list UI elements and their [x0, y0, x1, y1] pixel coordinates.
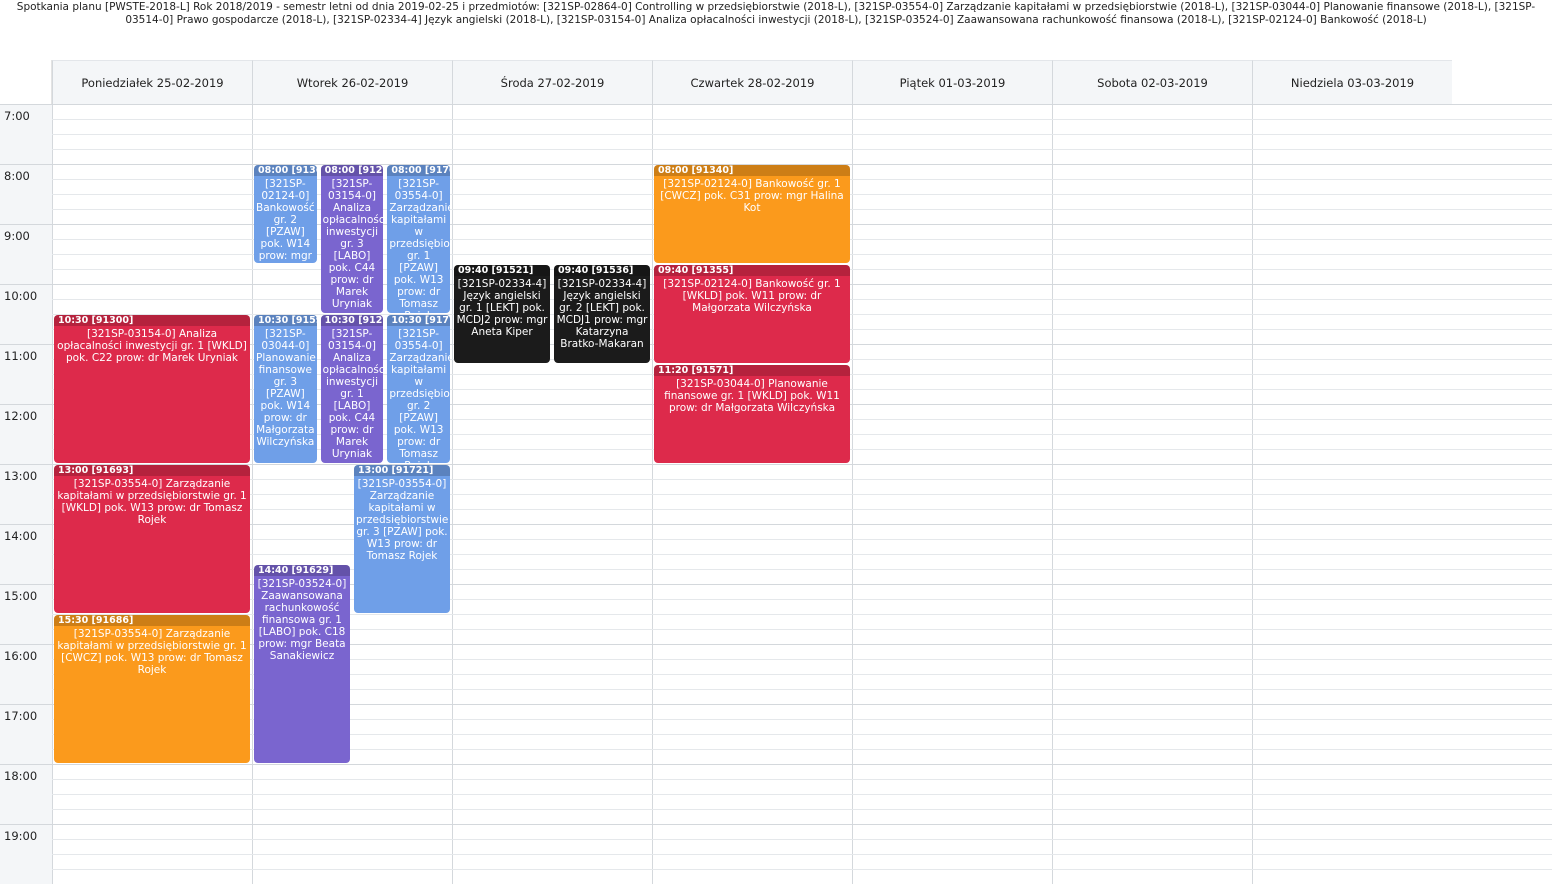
event-block[interactable]: 08:00 [91369] [321SP-02124-0] Bankowość g…	[254, 165, 317, 263]
hour-label: 10:00	[0, 284, 52, 344]
week-calendar: Poniedziałek 25-02-2019 Wtorek 26-02-2019…	[0, 60, 1552, 884]
grid-line	[52, 809, 1552, 810]
hour-label: 12:00	[0, 404, 52, 464]
day-header[interactable]: Czwartek 28-02-2019	[652, 60, 852, 104]
event-description: [321SP-03154-0] Analiza opłacalności inw…	[57, 328, 247, 364]
day-header[interactable]: Piątek 01-03-2019	[852, 60, 1052, 104]
day-header[interactable]: Poniedziałek 25-02-2019	[52, 60, 252, 104]
day-header[interactable]: Środa 27-02-2019	[452, 60, 652, 104]
hour-label: 8:00	[0, 164, 52, 224]
grid-line	[52, 554, 1552, 555]
day-header[interactable]: Sobota 02-03-2019	[1052, 60, 1252, 104]
event-time-id: 09:40 [91536]	[554, 265, 650, 276]
event-description: [321SP-02124-0] Bankowość gr. 1 [WKLD] p…	[663, 278, 841, 314]
event-block[interactable]: 10:30 [91250] [321SP-03154-0] Analiza opł…	[320, 315, 384, 463]
event-time-id: 08:00 [91340]	[654, 165, 850, 176]
event-time-id: 08:00 [91293]	[320, 165, 384, 176]
event-description: [321SP-03554-0] Zarządzanie kapitałami w…	[57, 628, 247, 676]
event-block[interactable]: 08:00 [91293] [321SP-03154-0] Analiza opł…	[320, 165, 384, 313]
event-block[interactable]: 09:40 [91355] [321SP-02124-0] Bankowość g…	[654, 265, 850, 363]
grid-line	[52, 524, 1552, 525]
event-block[interactable]: 10:30 [91714] [321SP-03554-0] Zarządzanie…	[387, 315, 450, 463]
event-description: [321SP-02334-4] Język angielski gr. 2 [L…	[556, 278, 648, 350]
event-time-id: 09:40 [91355]	[654, 265, 850, 276]
event-block[interactable]: 10:30 [91594] [321SP-03044-0] Planowanie …	[254, 315, 317, 463]
event-time-id: 08:00 [91369]	[254, 165, 317, 176]
event-block[interactable]: 13:00 [91721] [321SP-03554-0] Zarządzanie…	[354, 465, 450, 613]
hour-label: 15:00	[0, 584, 52, 644]
grid-line	[52, 104, 1552, 105]
event-block[interactable]: 09:40 [91521] [321SP-02334-4] Język angie…	[454, 265, 550, 363]
event-block[interactable]: 09:40 [91536] [321SP-02334-4] Język angie…	[554, 265, 650, 363]
event-time-id: 08:00 [91700]	[387, 165, 450, 176]
event-time-id: 10:30 [91300]	[54, 315, 250, 326]
hour-label: 7:00	[0, 104, 52, 164]
event-block[interactable]: 15:30 [91686] [321SP-03554-0] Zarządzanie…	[54, 615, 250, 763]
grid-line	[52, 539, 1552, 540]
hour-label: 9:00	[0, 224, 52, 284]
event-description: [321SP-03044-0] Planowanie finansowe gr.…	[256, 328, 316, 448]
day-header[interactable]: Wtorek 26-02-2019	[252, 60, 452, 104]
calendar-corner	[0, 60, 52, 104]
grid-line	[52, 779, 1552, 780]
event-description: [321SP-02124-0] Bankowość gr. 1 [CWCZ] p…	[660, 178, 844, 214]
event-time-id: 10:30 [91250]	[320, 315, 384, 326]
event-time-id: 14:40 [91629]	[254, 565, 350, 576]
event-block[interactable]: 14:40 [91629] [321SP-03524-0] Zaawansowan…	[254, 565, 350, 763]
event-time-id: 10:30 [91714]	[387, 315, 450, 326]
event-block[interactable]: 08:00 [91340] [321SP-02124-0] Bankowość g…	[654, 165, 850, 263]
grid-line	[52, 509, 1552, 510]
grid-line	[52, 839, 1552, 840]
grid-line	[52, 464, 1552, 465]
event-time-id: 11:20 [91571]	[654, 365, 850, 376]
page-title: Spotkania planu [PWSTE-2018-L] Rok 2018/…	[16, 1, 1536, 26]
grid-line	[52, 494, 1552, 495]
event-description: [321SP-03554-0] Zarządzanie kapitałami w…	[389, 328, 450, 463]
hour-label: 14:00	[0, 524, 52, 584]
hour-label: 18:00	[0, 764, 52, 824]
day-header[interactable]: Niedziela 03-03-2019	[1252, 60, 1452, 104]
event-block[interactable]: 13:00 [91693] [321SP-03554-0] Zarządzanie…	[54, 465, 250, 613]
grid-line	[52, 479, 1552, 480]
grid-line	[52, 149, 1552, 150]
event-time-id: 13:00 [91693]	[54, 465, 250, 476]
hour-label: 16:00	[0, 644, 52, 704]
event-description: [321SP-03554-0] Zarządzanie kapitałami w…	[389, 178, 450, 313]
grid-line	[52, 869, 1552, 870]
event-description: [321SP-02334-4] Język angielski gr. 1 [L…	[456, 278, 548, 338]
hour-label: 11:00	[0, 344, 52, 404]
event-description: [321SP-03044-0] Planowanie finansowe gr.…	[664, 378, 840, 414]
grid-line	[52, 119, 1552, 120]
event-time-id: 15:30 [91686]	[54, 615, 250, 626]
event-block[interactable]: 08:00 [91700] [321SP-03554-0] Zarządzanie…	[387, 165, 450, 313]
grid-line	[52, 854, 1552, 855]
event-description: [321SP-03554-0] Zarządzanie kapitałami w…	[57, 478, 247, 526]
hour-label: 13:00	[0, 464, 52, 524]
event-description: [321SP-03154-0] Analiza opłacalności inw…	[322, 178, 384, 310]
event-description: [321SP-03524-0] Zaawansowana rachunkowoś…	[257, 578, 347, 662]
event-time-id: 10:30 [91594]	[254, 315, 317, 326]
grid-line	[52, 824, 1552, 825]
hour-label: 17:00	[0, 704, 52, 764]
event-time-id: 09:40 [91521]	[454, 265, 550, 276]
event-block[interactable]: 11:20 [91571] [321SP-03044-0] Planowanie …	[654, 365, 850, 463]
grid-line	[52, 794, 1552, 795]
event-time-id: 13:00 [91721]	[354, 465, 450, 476]
grid-line	[52, 134, 1552, 135]
grid-line	[52, 764, 1552, 765]
event-description: [321SP-03554-0] Zarządzanie kapitałami w…	[356, 478, 449, 562]
event-description: [321SP-03154-0] Analiza opłacalności inw…	[322, 328, 384, 460]
event-block[interactable]: 10:30 [91300] [321SP-03154-0] Analiza opł…	[54, 315, 250, 463]
event-description: [321SP-02124-0] Bankowość gr. 2 [PZAW] p…	[256, 178, 315, 263]
hour-label: 19:00	[0, 824, 52, 884]
